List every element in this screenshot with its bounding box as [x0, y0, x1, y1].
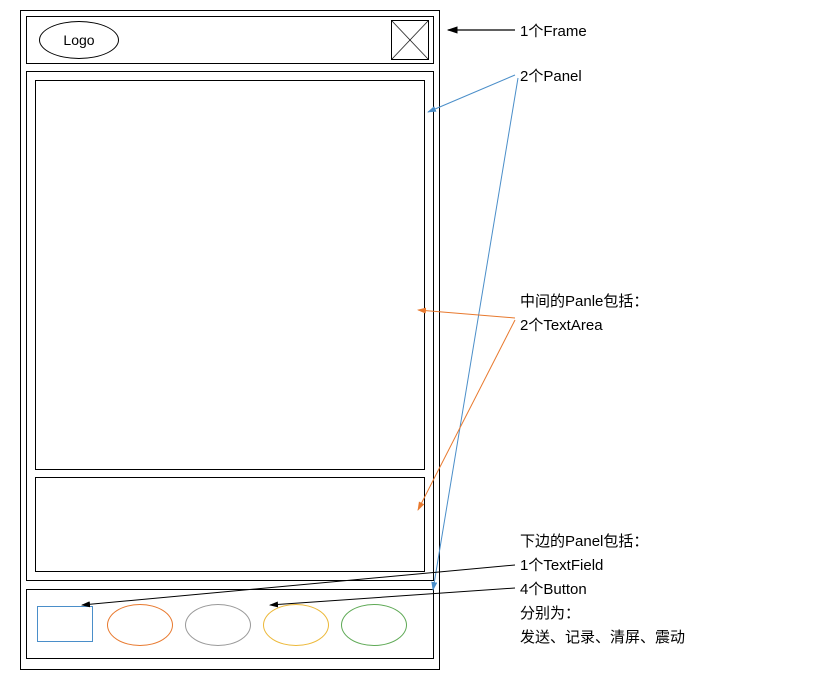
annotation-bot-title: 下边的Panel包括： [520, 530, 685, 554]
close-icon[interactable] [391, 20, 429, 60]
annotation-bot-textfield: 1个TextField [520, 554, 685, 578]
button-clear[interactable] [263, 604, 329, 646]
annotation-bot-button: 4个Button [520, 578, 685, 602]
arrow-panel-mid [428, 75, 515, 112]
annotation-bot-desc2: 发送、记录、清屏、震动 [520, 626, 685, 650]
logo-label: Logo [63, 32, 94, 48]
button-record[interactable] [185, 604, 251, 646]
arrow-panel-bot [433, 78, 518, 590]
bottom-panel [26, 589, 434, 659]
middle-panel [26, 71, 434, 581]
annotation-panel: 2个Panel [520, 65, 582, 89]
textfield[interactable] [37, 606, 93, 642]
annotation-frame-text: 1个Frame [520, 23, 587, 40]
titlebar: Logo [26, 16, 434, 64]
annotation-mid-title: 中间的Panle包括： [520, 290, 648, 314]
textarea-top[interactable] [35, 80, 425, 470]
annotation-panel-text: 2个Panel [520, 68, 582, 85]
annotation-mid-panel: 中间的Panle包括： 2个TextArea [520, 290, 648, 338]
button-send[interactable] [107, 604, 173, 646]
annotation-frame: 1个Frame [520, 20, 587, 44]
button-shake[interactable] [341, 604, 407, 646]
annotation-mid-textarea: 2个TextArea [520, 314, 648, 338]
annotation-bot-panel: 下边的Panel包括： 1个TextField 4个Button 分别为： 发送… [520, 530, 685, 650]
logo-oval: Logo [39, 21, 119, 59]
textarea-bottom[interactable] [35, 477, 425, 572]
frame-outline: Logo [20, 10, 440, 670]
annotation-bot-desc1: 分别为： [520, 602, 685, 626]
